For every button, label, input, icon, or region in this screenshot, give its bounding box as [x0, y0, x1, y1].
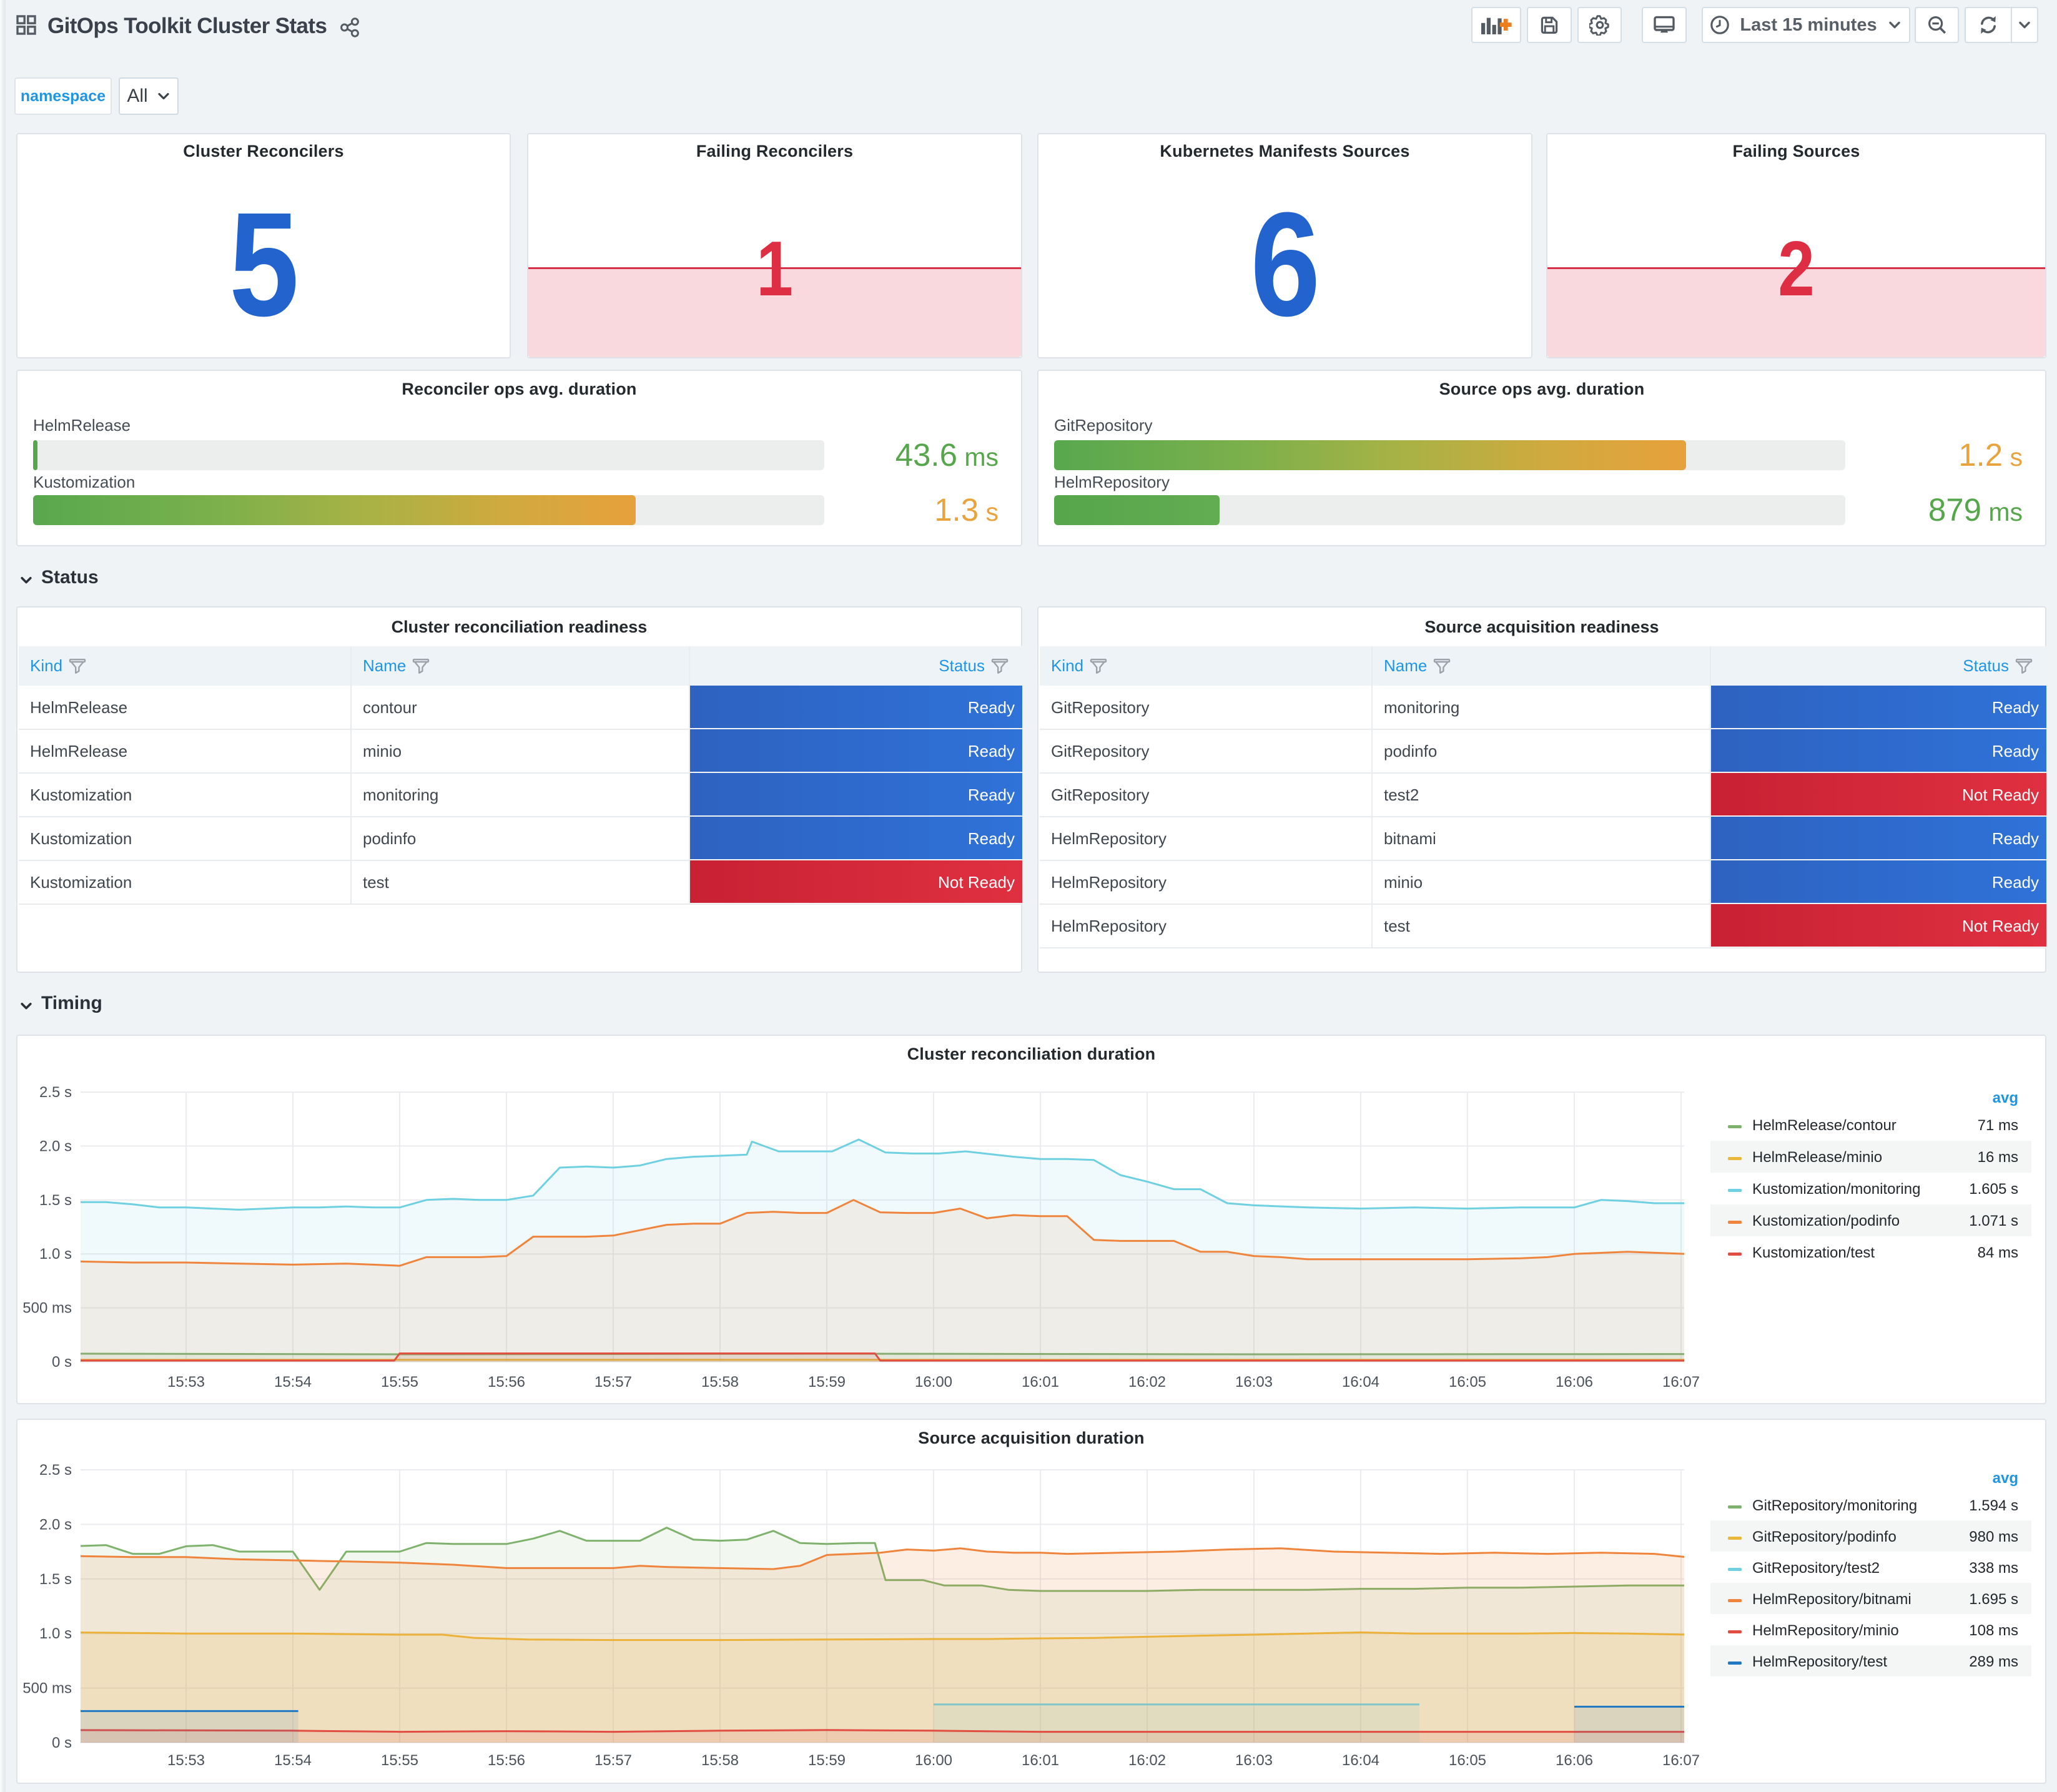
- svg-text:16:07: 16:07: [1662, 1374, 1700, 1391]
- svg-text:15:57: 15:57: [594, 1374, 632, 1391]
- svg-text:16:04: 16:04: [1342, 1374, 1379, 1391]
- svg-text:1.0 s: 1.0 s: [39, 1625, 72, 1642]
- svg-text:15:54: 15:54: [274, 1752, 312, 1769]
- svg-text:2.0 s: 2.0 s: [39, 1516, 72, 1533]
- svg-text:16:05: 16:05: [1449, 1752, 1486, 1769]
- svg-text:16:01: 16:01: [1022, 1374, 1059, 1391]
- svg-text:15:58: 15:58: [701, 1374, 739, 1391]
- svg-text:16:03: 16:03: [1235, 1374, 1273, 1391]
- svg-text:1.5 s: 1.5 s: [39, 1192, 72, 1209]
- svg-text:16:01: 16:01: [1022, 1752, 1059, 1769]
- svg-text:15:56: 15:56: [488, 1374, 525, 1391]
- svg-text:1.0 s: 1.0 s: [39, 1246, 72, 1263]
- svg-text:15:56: 15:56: [488, 1752, 525, 1769]
- svg-text:16:03: 16:03: [1235, 1752, 1273, 1769]
- svg-text:2.0 s: 2.0 s: [39, 1138, 72, 1154]
- svg-text:16:05: 16:05: [1449, 1374, 1486, 1391]
- svg-text:15:55: 15:55: [381, 1752, 418, 1769]
- svg-text:16:02: 16:02: [1128, 1752, 1166, 1769]
- svg-text:16:04: 16:04: [1342, 1752, 1379, 1769]
- svg-text:15:59: 15:59: [808, 1374, 846, 1391]
- svg-text:15:57: 15:57: [594, 1752, 632, 1769]
- svg-text:15:54: 15:54: [274, 1374, 312, 1391]
- svg-text:15:53: 15:53: [167, 1374, 205, 1391]
- svg-text:16:00: 16:00: [915, 1752, 952, 1769]
- svg-text:500 ms: 500 ms: [22, 1300, 72, 1317]
- svg-text:16:00: 16:00: [915, 1374, 952, 1391]
- svg-text:0 s: 0 s: [52, 1735, 72, 1751]
- svg-text:0 s: 0 s: [52, 1354, 72, 1371]
- svg-text:15:59: 15:59: [808, 1752, 846, 1769]
- svg-text:16:06: 16:06: [1556, 1374, 1593, 1391]
- svg-text:2.5 s: 2.5 s: [39, 1084, 72, 1101]
- svg-text:16:06: 16:06: [1556, 1752, 1593, 1769]
- svg-text:15:58: 15:58: [701, 1752, 739, 1769]
- svg-text:2.5 s: 2.5 s: [39, 1462, 72, 1479]
- svg-text:1.5 s: 1.5 s: [39, 1571, 72, 1588]
- svg-text:15:55: 15:55: [381, 1374, 418, 1391]
- svg-text:16:07: 16:07: [1662, 1752, 1700, 1769]
- svg-text:500 ms: 500 ms: [22, 1680, 72, 1697]
- svg-text:15:53: 15:53: [167, 1752, 205, 1769]
- svg-text:16:02: 16:02: [1128, 1374, 1166, 1391]
